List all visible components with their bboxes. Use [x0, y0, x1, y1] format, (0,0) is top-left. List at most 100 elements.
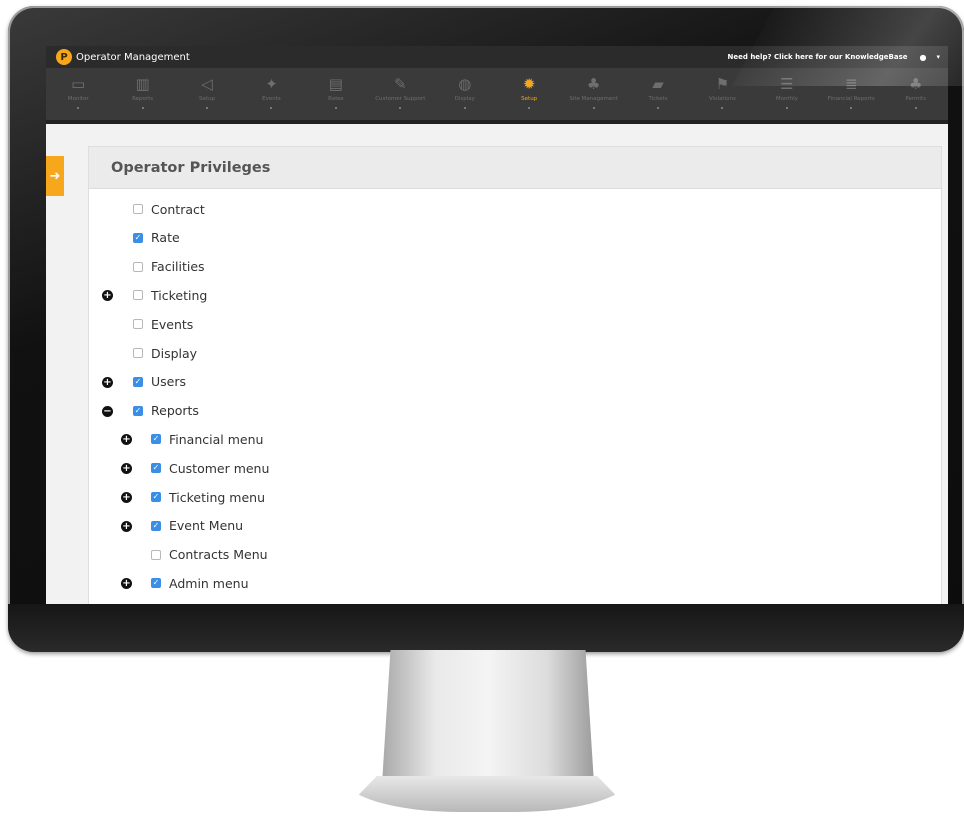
privilege-label: Display [151, 345, 198, 361]
nav-indicator [206, 107, 209, 109]
nav-item-label: Display [454, 96, 475, 102]
list-detail-icon: ≣ [844, 75, 858, 93]
nav-item-label: Permits [905, 96, 926, 102]
nav-indicator [270, 107, 273, 109]
privilege-checkbox[interactable] [133, 348, 143, 358]
nav-item[interactable]: ✎ Customer Support [368, 68, 432, 120]
nav-item-label: Violations [709, 96, 736, 102]
privilege-label: Users [151, 374, 187, 390]
nav-item[interactable]: ✹ Setup [497, 68, 561, 120]
privilege-label: Admin menu [169, 575, 249, 591]
hierarchy-icon: ♣ [908, 75, 923, 93]
privilege-checkbox[interactable]: ✓ [151, 578, 161, 589]
privilege-item: ✓ Users [133, 372, 186, 392]
nav-indicator [399, 107, 402, 109]
monitor-bezel [8, 604, 964, 652]
privilege-checkbox[interactable] [133, 204, 143, 214]
privilege-checkbox[interactable]: ✓ [133, 376, 143, 387]
privilege-item: Ticketing [133, 285, 207, 305]
expand-plus-icon[interactable]: + [102, 290, 113, 302]
flag-icon: ⚑ [715, 75, 730, 93]
privilege-checkbox[interactable] [133, 290, 143, 301]
privilege-checkbox[interactable] [133, 319, 143, 330]
privilege-item: Contract [133, 199, 205, 219]
star-icon: ✦ [265, 75, 278, 93]
nav-item-label: Setup [199, 96, 216, 102]
nav-item[interactable]: ≣ Financial Reports [819, 68, 883, 120]
privilege-checkbox[interactable]: ✓ [133, 232, 143, 243]
privilege-label: Contracts Menu [169, 547, 268, 563]
privilege-label: Contract [151, 201, 205, 217]
person-icon[interactable]: ● [920, 53, 927, 62]
knowledgebase-link[interactable]: Need help? Click here for our KnowledgeB… [728, 53, 908, 61]
nav-item-label: Events [262, 96, 281, 102]
expand-plus-icon[interactable]: + [102, 376, 113, 388]
nav-item-label: Site Management [569, 96, 618, 102]
nav-indicator [592, 107, 595, 109]
nav-item[interactable]: ▥ Reports [110, 68, 174, 120]
nav-item[interactable]: ⚑ Violations [690, 68, 754, 120]
list-icon: ☰ [780, 75, 794, 93]
expand-plus-icon[interactable]: + [121, 492, 132, 503]
app-title: Operator Management [76, 51, 190, 63]
monitor-frame: P Operator Management Need help? Click h… [8, 6, 964, 652]
nav-item-label: Customer Support [375, 96, 426, 102]
nav-indicator [463, 107, 466, 109]
privilege-item: Facilities [133, 257, 205, 277]
globe-icon: ◍ [458, 75, 472, 93]
chat-icon: ▰ [652, 75, 664, 93]
privilege-checkbox[interactable] [133, 261, 143, 272]
nav-indicator [785, 107, 788, 109]
privilege-label: Facilities [151, 259, 205, 275]
privilege-checkbox[interactable]: ✓ [151, 434, 161, 445]
nav-item[interactable]: ▭ Monitor [46, 68, 110, 120]
privilege-item: Contracts Menu [151, 545, 268, 565]
nav-indicator [334, 107, 337, 109]
privilege-item: ✓ Ticketing menu [151, 487, 265, 507]
privilege-item: ✓ Customer menu [151, 458, 269, 478]
arrow-right-icon: ➜ [49, 168, 61, 184]
privilege-label: Customer menu [169, 460, 270, 476]
app-logo[interactable]: P [56, 49, 72, 65]
privilege-item: Display [133, 343, 197, 363]
nav-item-label: Tickets [648, 96, 668, 102]
nav-indicator [657, 107, 659, 109]
app-screen: P Operator Management Need help? Click h… [46, 46, 948, 604]
nav-item-label: Monitor [67, 96, 89, 102]
nav-item[interactable]: ▤ Rates [304, 68, 368, 120]
expand-plus-icon[interactable]: + [121, 434, 132, 446]
privilege-checkbox[interactable]: ✓ [151, 463, 161, 474]
privilege-item: ✓ Admin menu [151, 573, 249, 593]
privilege-label: Ticketing menu [169, 489, 265, 505]
privilege-item: ✓ Event Menu [151, 516, 243, 536]
monitor-base [342, 776, 632, 812]
caret-down-icon[interactable]: ▾ [936, 53, 940, 61]
hierarchy-icon: ♣ [586, 75, 601, 93]
privilege-checkbox[interactable]: ✓ [151, 520, 161, 531]
chart-icon: ▥ [135, 75, 150, 93]
expand-plus-icon[interactable]: + [121, 520, 132, 532]
nav-item[interactable]: ◍ Display [433, 68, 497, 120]
expand-plus-icon[interactable]: + [121, 578, 132, 590]
nav-item[interactable]: ◁ Setup [175, 68, 239, 120]
privilege-checkbox[interactable]: ✓ [151, 492, 161, 502]
collapse-minus-icon[interactable]: − [102, 405, 113, 417]
expand-plus-icon[interactable]: + [121, 463, 132, 475]
privilege-checkbox[interactable] [151, 549, 161, 560]
nav-item[interactable]: ♣ Site Management [561, 68, 625, 120]
nav-item[interactable]: ✦ Events [239, 68, 303, 120]
nav-indicator [77, 107, 80, 109]
content-area: ➜ Operator Privileges Contract ✓ Rate Facil… [46, 124, 948, 604]
nav-item[interactable]: ♣ Permits [883, 68, 947, 120]
nav-item[interactable]: ▰ Tickets [626, 68, 690, 120]
privilege-label: Ticketing [151, 287, 208, 303]
nav-indicator [141, 107, 144, 109]
privilege-checkbox[interactable]: ✓ [133, 405, 143, 416]
sidebar-toggle-button[interactable]: ➜ [46, 156, 64, 196]
operator-privileges-panel: Operator Privileges Contract ✓ Rate Facilit… [88, 146, 942, 604]
main-nav: ▭ Monitor ▥ Reports ◁ Setup ✦ Events ▤ Rates ✎ Cust… [46, 68, 948, 124]
nav-item[interactable]: ☰ Monthly [755, 68, 819, 120]
nav-indicator [850, 107, 853, 109]
nav-item-label: Reports [132, 96, 154, 102]
gear-icon: ✹ [522, 75, 536, 93]
